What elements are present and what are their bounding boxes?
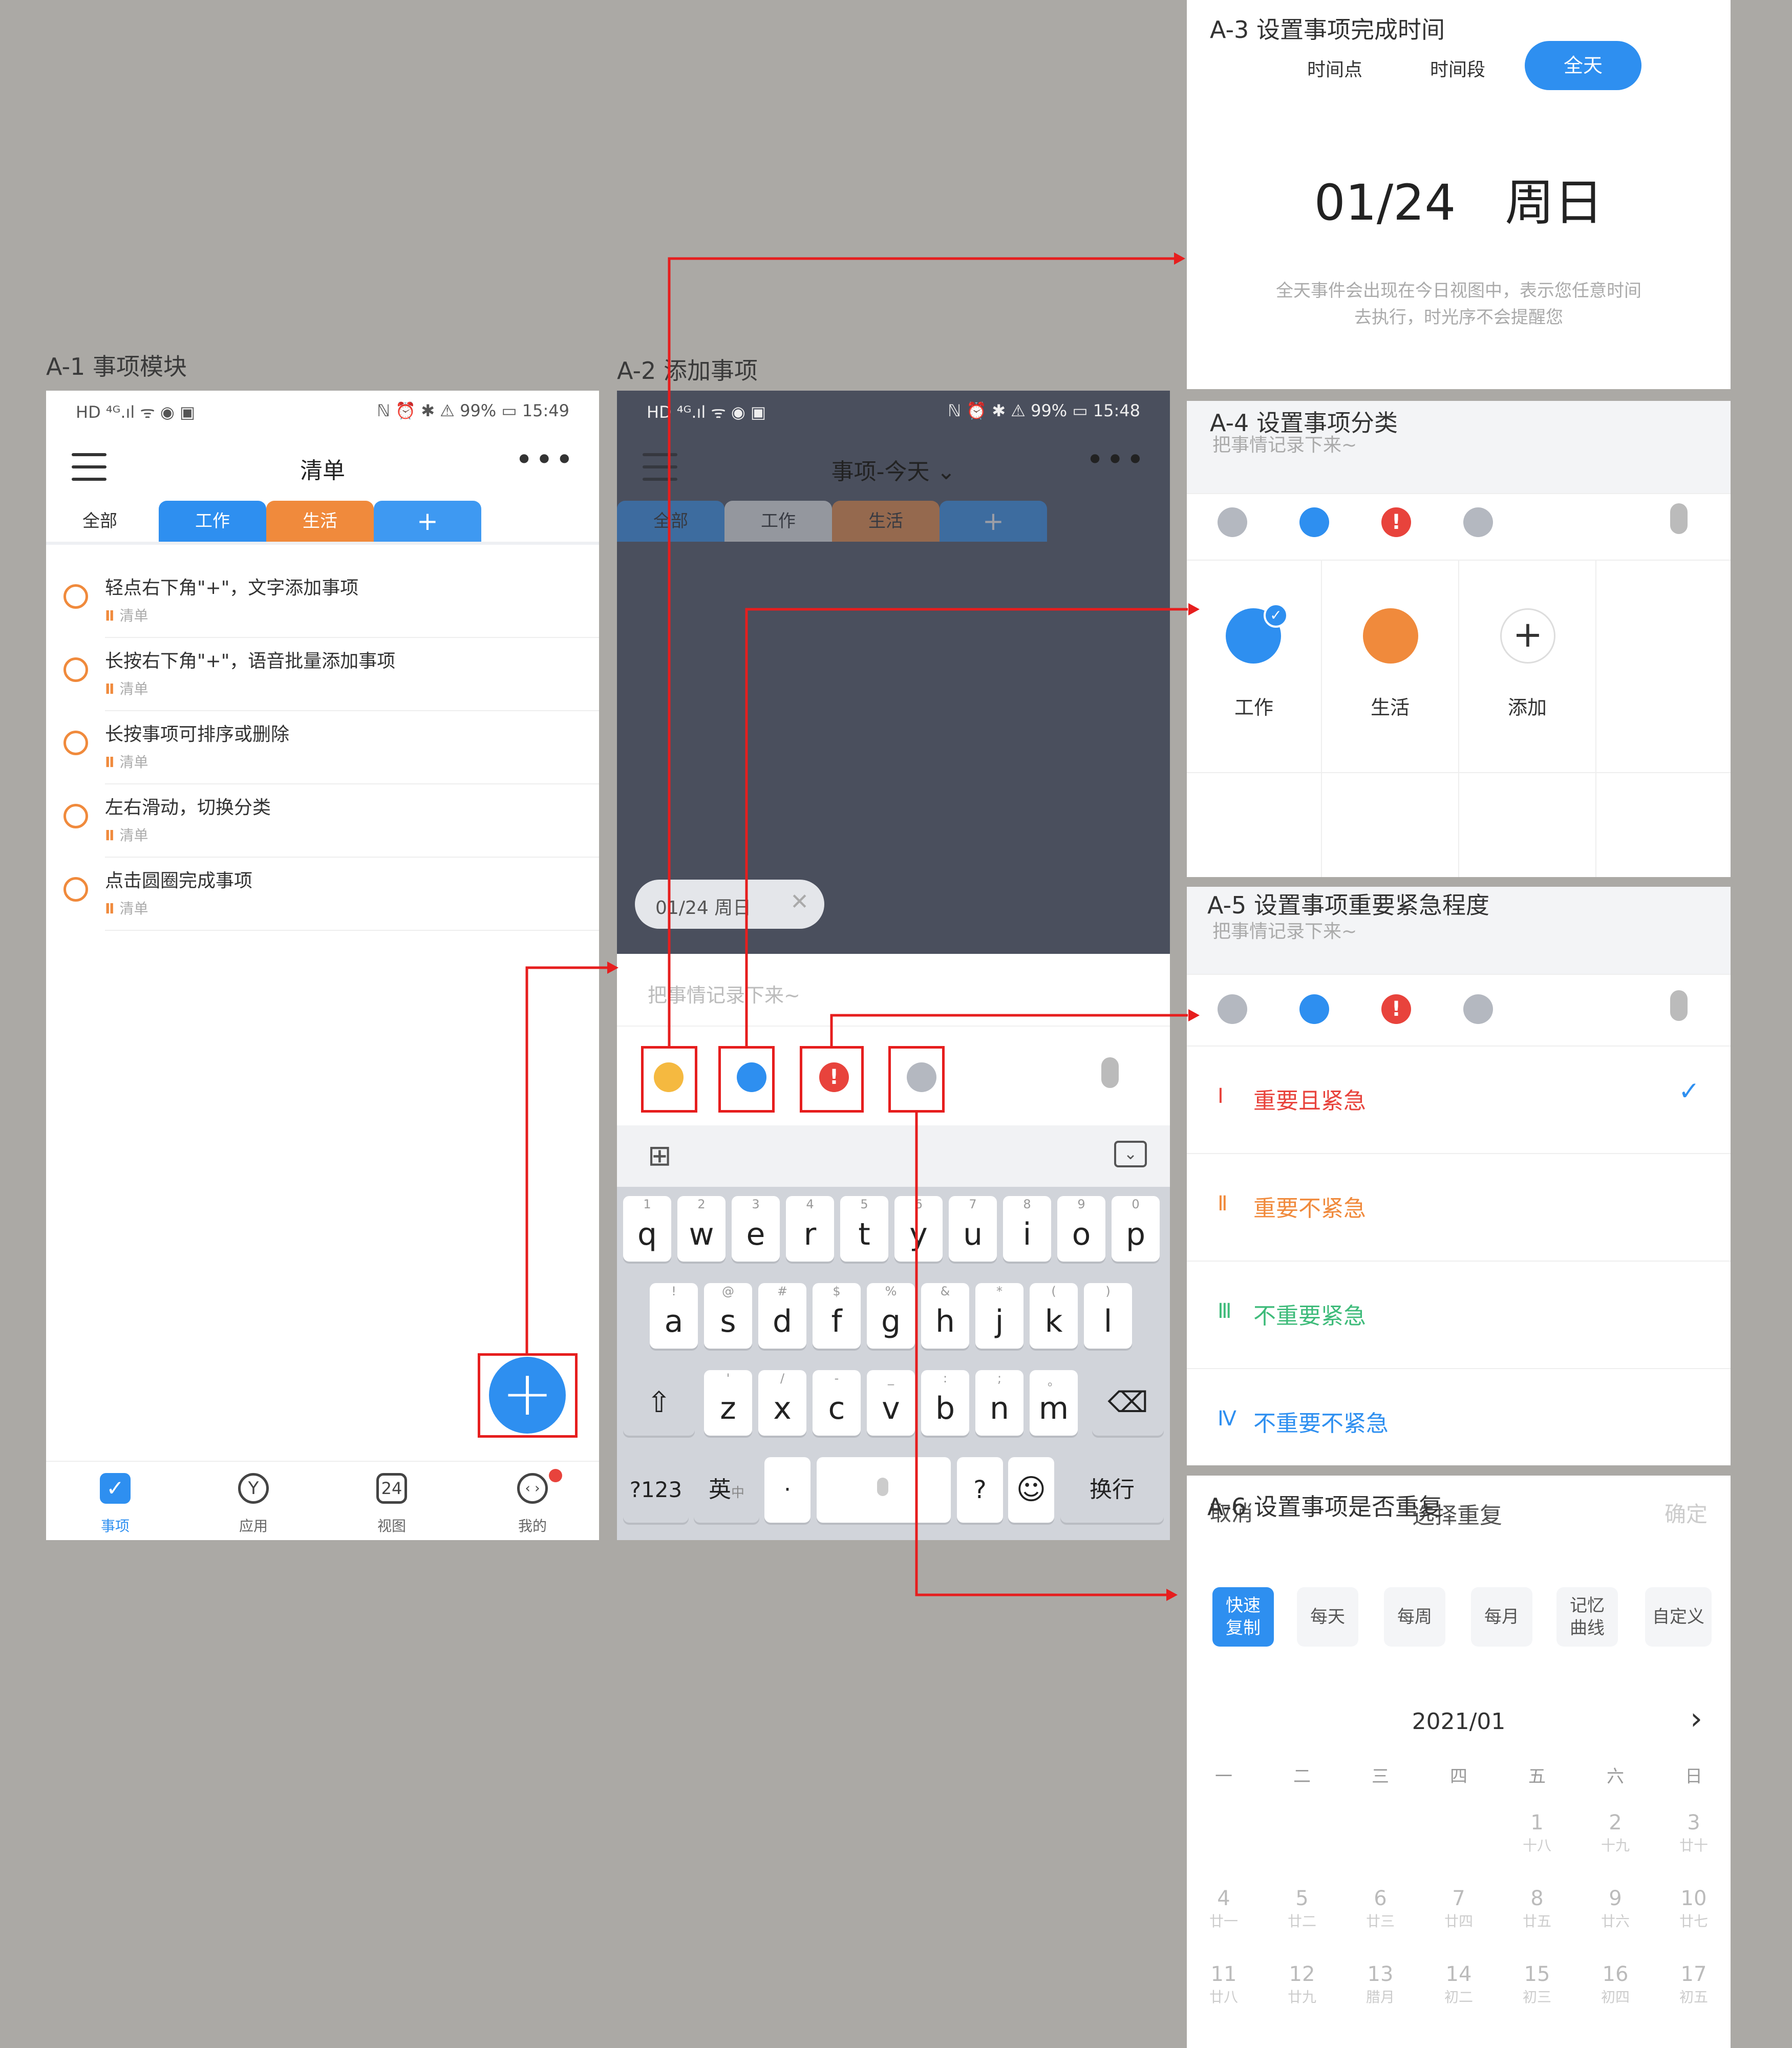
arrow-priority-to-a5 [830, 1014, 1188, 1046]
arrow-fab-to-a2 [525, 966, 608, 1353]
arrow-repeat-to-a6 [915, 1113, 1167, 1596]
arrow-category-to-a4 [745, 608, 1188, 1046]
connector-arrows [525, 252, 1200, 1601]
